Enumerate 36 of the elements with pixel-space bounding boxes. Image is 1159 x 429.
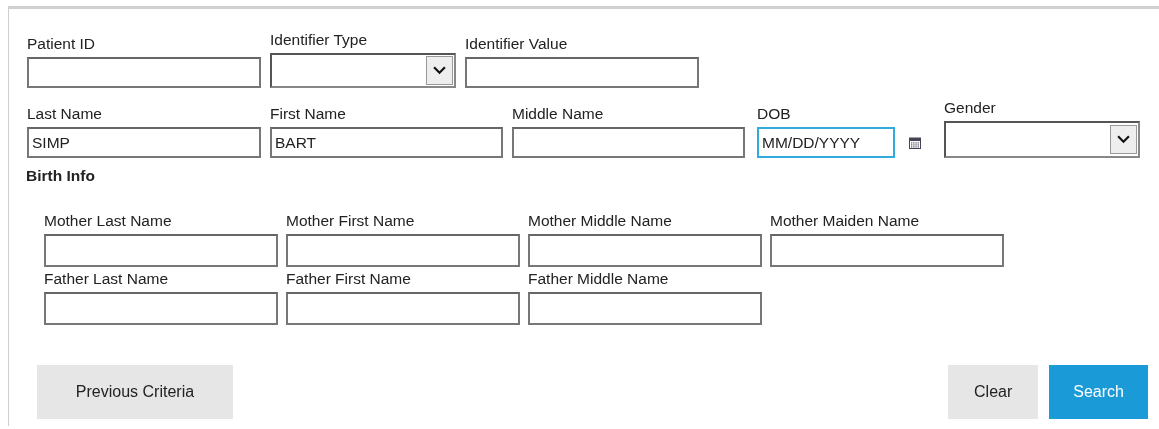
button[interactable]: Previous Criteria xyxy=(37,365,233,419)
caret-icon xyxy=(1117,135,1130,144)
date-field[interactable]: MM/DD/YYYY xyxy=(757,127,895,158)
field-label: Mother Middle Name xyxy=(528,212,673,230)
field-label: Father Last Name xyxy=(44,270,170,288)
field-label: Mother First Name xyxy=(286,212,416,230)
field-label: DOB xyxy=(757,105,792,123)
input-field[interactable] xyxy=(27,57,261,88)
section-heading: Birth Info xyxy=(26,167,96,185)
input-field[interactable]: BART xyxy=(270,127,503,158)
input-field[interactable] xyxy=(44,234,278,267)
input-field[interactable] xyxy=(512,127,745,158)
input-field[interactable] xyxy=(286,234,520,267)
field-label: Middle Name xyxy=(512,105,605,123)
input-field[interactable] xyxy=(770,234,1004,267)
input-field[interactable] xyxy=(44,292,278,325)
field-label: Identifier Type xyxy=(270,31,369,49)
button[interactable]: Clear xyxy=(948,365,1039,419)
input-field[interactable]: SIMP xyxy=(27,127,261,158)
calendar-icon[interactable] xyxy=(909,136,921,149)
field-label: First Name xyxy=(270,105,347,123)
input-field[interactable] xyxy=(286,292,520,325)
field-label: Mother Maiden Name xyxy=(770,212,921,230)
dropdown-field[interactable] xyxy=(944,121,1140,158)
field-label: Father Middle Name xyxy=(528,270,670,288)
dropdown-field[interactable] xyxy=(270,53,456,88)
field-label: Last Name xyxy=(27,105,103,123)
field-label: Gender xyxy=(944,99,997,117)
input-field[interactable] xyxy=(528,234,762,267)
field-label: Patient ID xyxy=(27,35,97,53)
field-label: Identifier Value xyxy=(465,35,569,53)
field-label: Father First Name xyxy=(286,270,412,288)
field-label: Mother Last Name xyxy=(44,212,173,230)
caret-icon xyxy=(433,66,446,75)
input-field[interactable] xyxy=(528,292,762,325)
input-field[interactable] xyxy=(465,57,699,88)
